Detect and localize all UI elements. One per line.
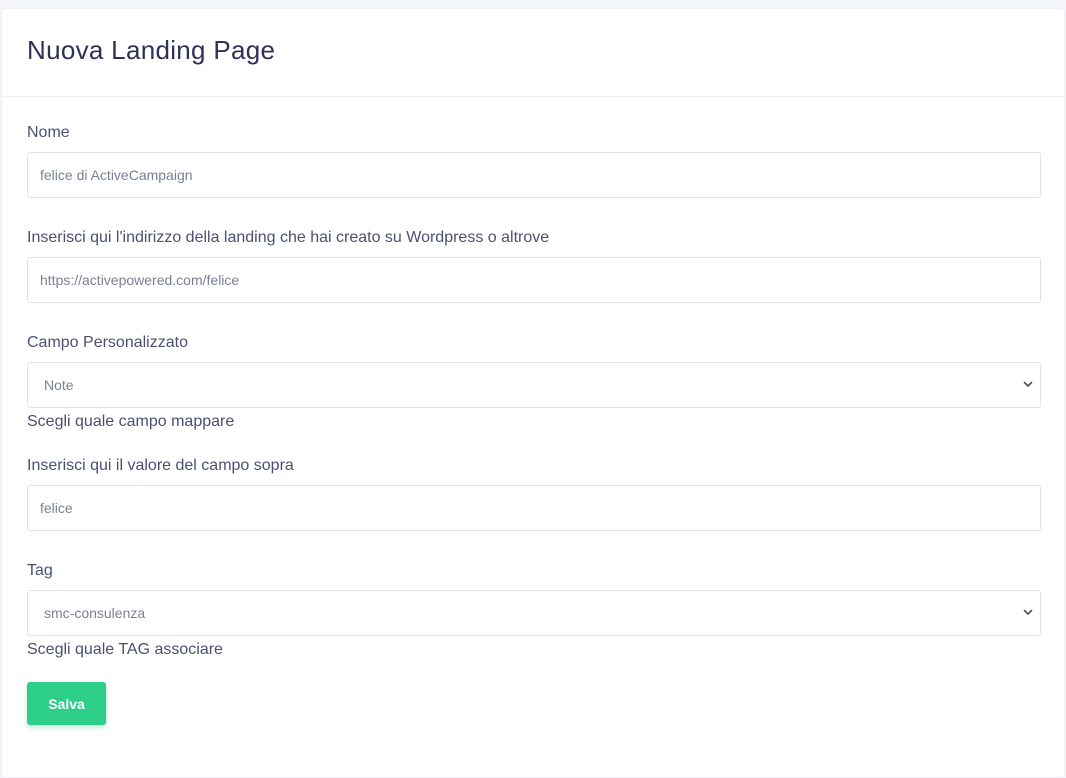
card-header: Nuova Landing Page bbox=[2, 9, 1064, 97]
name-label: Nome bbox=[27, 124, 70, 141]
url-field-group: Inserisci qui l'indirizzo della landing … bbox=[27, 228, 1041, 303]
page-title: Nuova Landing Page bbox=[27, 35, 276, 65]
tag-label: Tag bbox=[27, 562, 53, 579]
chevron-down-icon bbox=[1023, 609, 1033, 615]
name-field-group: Nome felice di ActiveCampaign bbox=[27, 123, 1041, 198]
landing-page-form: Nome felice di ActiveCampaign Inserisci … bbox=[2, 97, 1064, 725]
field-value-label: Inserisci qui il valore del campo sopra bbox=[27, 457, 294, 474]
field-value-group: Inserisci qui il valore del campo sopra … bbox=[27, 456, 1041, 531]
custom-field-selected-value: Note bbox=[44, 377, 74, 393]
url-label: Inserisci qui l'indirizzo della landing … bbox=[27, 229, 550, 246]
tag-select[interactable]: smc-consulenza bbox=[27, 590, 1041, 636]
custom-field-select[interactable]: Note bbox=[27, 362, 1041, 408]
tag-selected-value: smc-consulenza bbox=[44, 605, 146, 621]
custom-field-help: Scegli quale campo mappare bbox=[27, 413, 235, 430]
custom-field-label: Campo Personalizzato bbox=[27, 334, 188, 351]
chevron-down-icon bbox=[1023, 381, 1033, 387]
name-input[interactable]: felice di ActiveCampaign bbox=[27, 152, 1041, 198]
tag-field-group: Tag smc-consulenza Scegli quale TAG asso… bbox=[27, 561, 1041, 660]
url-input[interactable]: https://activepowered.com/felice bbox=[27, 257, 1041, 303]
landing-page-card: Nuova Landing Page Nome felice di Active… bbox=[1, 8, 1065, 778]
field-value-input[interactable]: felice bbox=[27, 485, 1041, 531]
tag-help: Scegli quale TAG associare bbox=[27, 641, 223, 658]
save-button[interactable]: Salva bbox=[27, 682, 106, 725]
custom-field-group: Campo Personalizzato Note Scegli quale c… bbox=[27, 333, 1041, 432]
